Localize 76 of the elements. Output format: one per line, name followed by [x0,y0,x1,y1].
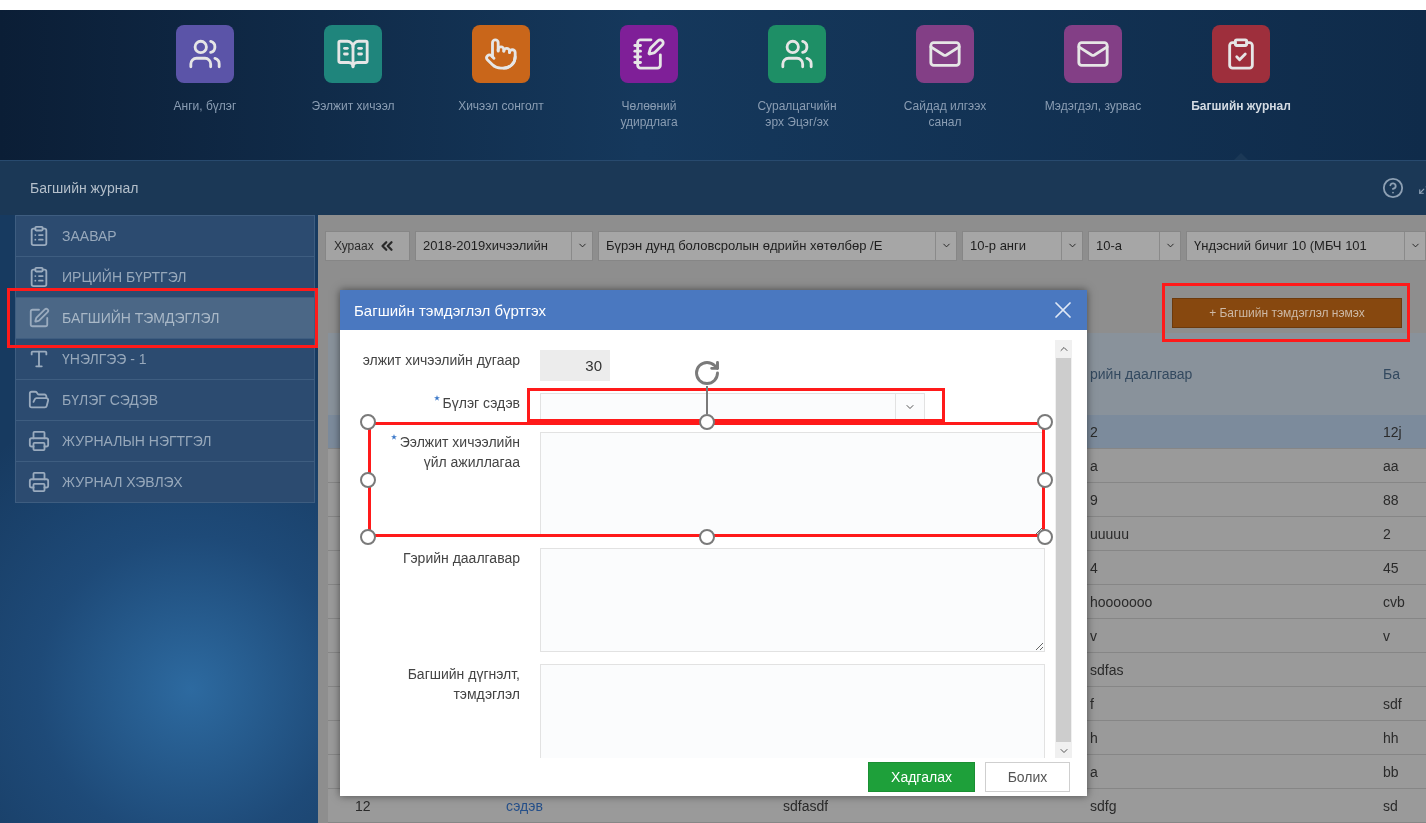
table-cell-text: 12 [354,797,371,814]
sidebar-item[interactable]: ҮНЭЛГЭЭ - 1 [15,339,315,380]
table-cell-text: sdfasdf [782,797,829,814]
table-cell-text: sd [1382,797,1398,814]
table-cell-text: a [1089,457,1098,474]
folder-icon [28,389,50,411]
connector-line [705,386,708,414]
column-header: рийн даалгавар [1089,366,1194,382]
sidebar-item[interactable]: БҮЛЭГ СЭДЭВ [15,380,315,421]
sidebar-item[interactable]: ЖУРНАЛЫН НЭГТГЭЛ [15,421,315,462]
table-cell-text: v [1089,627,1097,644]
filter-select[interactable]: 10-а [1088,230,1181,261]
checklist-icon [28,225,50,247]
sidebar-item[interactable]: БАГШИЙН ТЭМДЭГЛЭЛ [15,298,315,339]
table-cell-text: h [1089,729,1098,746]
table-cell-text: sdf [1382,695,1402,712]
save-button[interactable]: Хадгалах [868,762,975,792]
sidebar-item[interactable]: ЖУРНАЛ ХЭВЛЭХ [15,462,315,503]
dialog-title: Багшийн тэмдэглэл бүртгэх [354,301,547,319]
nav-item[interactable]: Сайдад илгээх санал [871,10,1019,160]
field-label: Бүлэг сэдэв [442,394,520,413]
add-note-button[interactable]: + Багшийн тэмдэглэл нэмэх [1172,298,1402,329]
field-label: Гэрийн даалгавар [402,549,520,568]
topic-link[interactable]: сэдэв [388,797,543,814]
field-label: элжит хичээлийн дугаар [362,351,520,370]
filter-select[interactable]: Бүрэн дунд боловсролын өдрийн хөтөлбөр /Е [598,230,957,261]
text-area[interactable] [540,432,1045,536]
edit-icon [28,307,50,329]
resize-handle[interactable] [360,471,376,488]
resize-handle[interactable] [1037,529,1053,545]
table-cell-text: 4 [1089,559,1098,576]
table-cell-text: f [1089,695,1094,712]
scrollbar[interactable] [1055,340,1072,758]
table-cell-text: sdfg [1089,797,1117,814]
collapse-button[interactable]: Хураах [325,230,410,261]
filter-select[interactable]: 10-р анги [962,230,1083,261]
checklist-icon [28,266,50,288]
nav-item[interactable]: Мэдэгдэл, зурвас [1019,10,1167,160]
printer-icon [28,471,50,493]
nav-item[interactable]: Анги, бүлэг [131,10,279,160]
column-header: Ба [1382,366,1401,382]
table-cell-text: 45 [1382,559,1399,576]
lesson-number-field[interactable]: 30 [540,350,610,381]
table-cell-text: a [1089,763,1098,780]
table-cell-text: 2 [1382,525,1391,542]
table-cell-text: aa [1382,457,1399,474]
table-cell-text: hooooooo [1089,593,1153,610]
table-cell-text: 9 [1089,491,1098,508]
nav-item[interactable]: Суралцагчийн эрх Эцэг/эх [723,10,871,160]
table-cell-text: 88 [1382,491,1399,508]
table-cell-text: cvb [1382,593,1405,610]
resize-handle[interactable] [1037,414,1053,430]
nav-item[interactable]: Чөлөөний удирдлага [575,10,723,160]
table-cell-text: v [1382,627,1390,644]
table-cell-text: 2 [1089,423,1098,440]
sidebar-item[interactable]: ЗААВАР [15,216,315,257]
nav-item[interactable]: Хичээл сонголт [427,10,575,160]
table-cell-text: hh [1382,729,1399,746]
sidebar-item[interactable]: ИРЦИЙН БҮРТГЭЛ [15,257,315,298]
select-field[interactable] [540,393,925,420]
help-icon[interactable] [1382,177,1404,199]
resize-handle[interactable] [360,414,376,430]
resize-handle[interactable] [360,529,376,545]
page-title: Багшийн журнал [30,180,140,196]
nav-item[interactable]: Ээлжит хичээл [279,10,427,160]
table-cell-text: sdfas [1089,661,1124,678]
table-cell-text: bb [1382,763,1399,780]
field-label: Ээлжит хичээлийн үйл ажиллагаа [399,433,520,472]
cancel-button[interactable]: Болих [985,762,1070,792]
letter-icon [28,348,50,370]
printer-icon [28,430,50,452]
table-cell-text: 12j [1382,423,1402,440]
filter-select[interactable]: 2018-2019хичээлийн [415,230,593,261]
filter-select[interactable]: Үндэсний бичиг 10 (МБЧ 101 [1186,230,1426,261]
table-cell-text: uuuuu [1089,525,1129,542]
field-label: Багшийн дүгнэлт, тэмдэглэл [407,665,520,704]
